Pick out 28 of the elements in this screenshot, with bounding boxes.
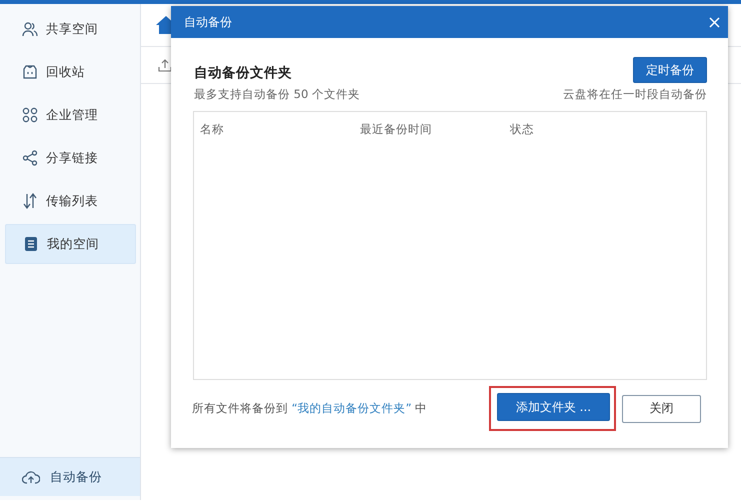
column-header: 状态 xyxy=(510,122,535,137)
sidebar-item[interactable]: 回收站 xyxy=(5,52,136,92)
close-icon[interactable] xyxy=(709,16,720,28)
schedule-note: 云盘将在任一时段自动备份 xyxy=(563,87,707,102)
folder-link[interactable]: “我的自动备份文件夹” xyxy=(292,401,412,415)
section-heading: 自动备份文件夹 xyxy=(194,64,292,82)
document-icon xyxy=(23,236,39,252)
sidebar-item[interactable]: 传输列表 xyxy=(5,181,136,221)
schedule-button[interactable]: 定时备份 xyxy=(633,57,707,83)
add-folder-button[interactable]: 添加文件夹 ... xyxy=(497,393,610,421)
people-icon xyxy=(22,21,38,37)
share-icon xyxy=(22,150,38,166)
sidebar-item[interactable]: 企业管理 xyxy=(5,95,136,135)
dialog-title: 自动备份 xyxy=(184,14,232,30)
column-header: 最近备份时间 xyxy=(360,122,433,137)
column-header: 名称 xyxy=(200,122,225,137)
auto-backup-item[interactable]: 自动备份 xyxy=(0,457,140,496)
grid-icon xyxy=(22,107,38,123)
cloud-upload-icon xyxy=(22,470,40,484)
destination-note: 所有文件将备份到 “我的自动备份文件夹” 中 xyxy=(192,401,428,416)
sidebar-item[interactable]: 我的空间 xyxy=(5,224,136,264)
sidebar-item[interactable]: 分享链接 xyxy=(5,138,136,178)
limit-note: 最多支持自动备份 50 个文件夹 xyxy=(194,87,360,102)
bin-icon xyxy=(22,64,38,80)
sidebar-item[interactable]: 共享空间 xyxy=(5,9,136,49)
close-button[interactable]: 关闭 xyxy=(622,394,701,422)
transfer-icon xyxy=(22,193,38,209)
upload-icon[interactable] xyxy=(158,58,172,72)
